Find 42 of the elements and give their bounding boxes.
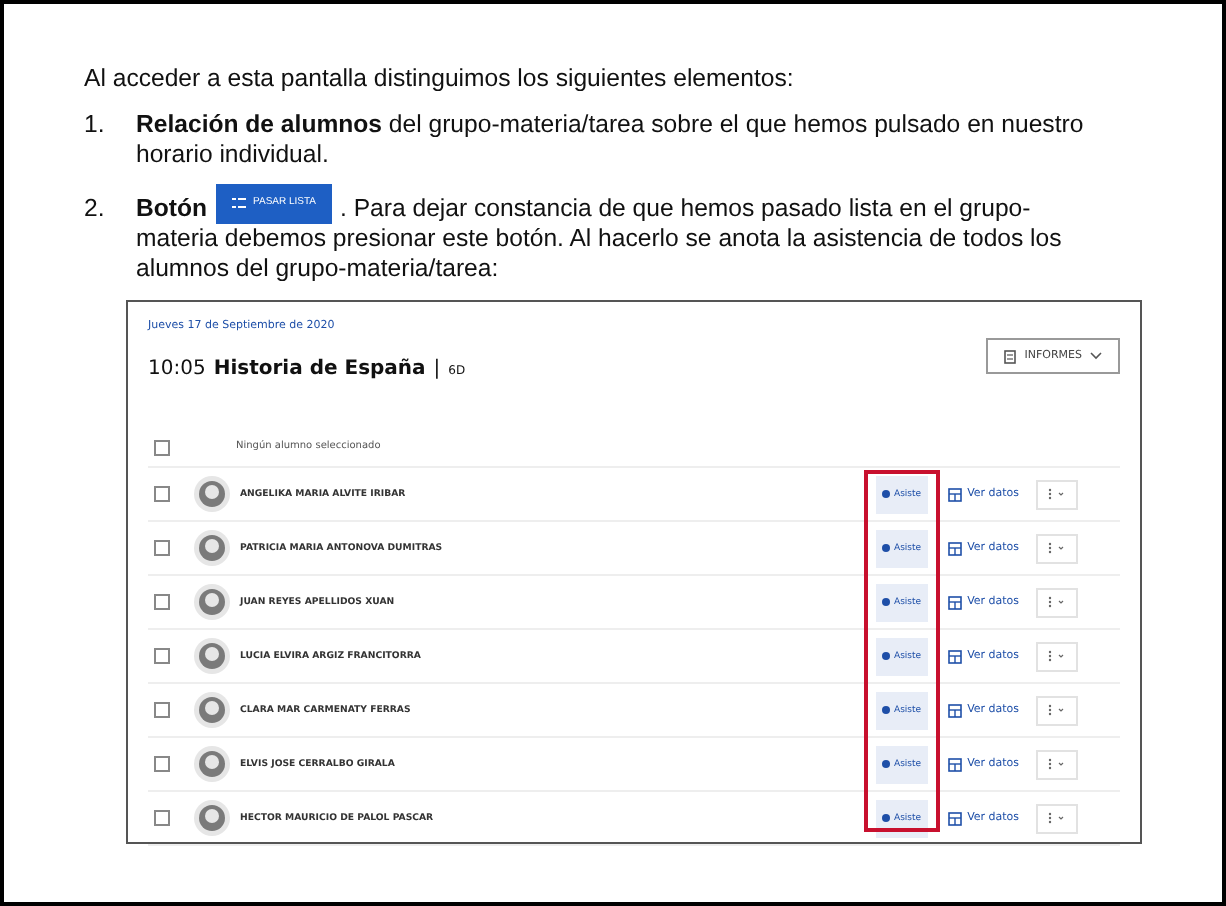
- list-number: 2.: [84, 194, 107, 226]
- kebab-caret-icon: [1046, 542, 1067, 554]
- checkbox[interactable]: [154, 648, 170, 664]
- checkbox[interactable]: [154, 439, 170, 455]
- avatar-icon: [194, 800, 230, 836]
- kebab-caret-icon: [1046, 488, 1067, 500]
- document-icon: [1004, 349, 1017, 363]
- table-icon: [947, 541, 962, 555]
- list-item-text: . Para dejar constancia de que hemos pasado lista en el grupo-: [340, 194, 1031, 224]
- checkbox[interactable]: [154, 810, 170, 826]
- kebab-caret-icon: [1046, 758, 1067, 770]
- table-icon: [947, 595, 962, 609]
- avatar-icon: [194, 476, 230, 512]
- checkbox[interactable]: [154, 540, 170, 556]
- avatar-icon: [194, 746, 230, 782]
- intro-text: Al acceder a esta pantalla distinguimos los siguientes elementos:: [84, 64, 796, 94]
- table-icon: [947, 649, 962, 663]
- avatar-icon: [194, 692, 230, 728]
- kebab-caret-icon: [1046, 704, 1067, 716]
- avatar-icon: [194, 530, 230, 566]
- subject-title: Historia de España: [213, 358, 426, 382]
- avatar-icon: [194, 638, 230, 674]
- table-icon: [947, 757, 962, 771]
- list-icon: [231, 198, 246, 208]
- checkbox[interactable]: [154, 486, 170, 502]
- checkbox[interactable]: [154, 756, 170, 772]
- table-icon: [947, 811, 962, 825]
- avatar-icon: [194, 584, 230, 620]
- list-item-lead: Botón: [136, 194, 208, 224]
- chevron-down-icon: [1090, 352, 1102, 360]
- checkbox[interactable]: [154, 594, 170, 610]
- table-icon: [947, 487, 962, 501]
- kebab-caret-icon: [1046, 812, 1067, 824]
- separator-text: |: [433, 358, 441, 382]
- table-icon: [947, 703, 962, 717]
- kebab-caret-icon: [1046, 596, 1067, 608]
- time-label: 10:05: [148, 358, 206, 382]
- list-item-text: Relación de alumnos del grupo-materia/tarea sobre el que hemos pulsado en nuestro horario individual.: [136, 110, 1084, 168]
- kebab-caret-icon: [1046, 650, 1067, 662]
- checkbox[interactable]: [154, 702, 170, 718]
- list-item-text: materia debemos presionar este botón. Al hacerlo se anota la asistencia de todos los alumnos del grupo-materia/tarea:: [136, 224, 1064, 284]
- list-number: 1.: [84, 110, 107, 142]
